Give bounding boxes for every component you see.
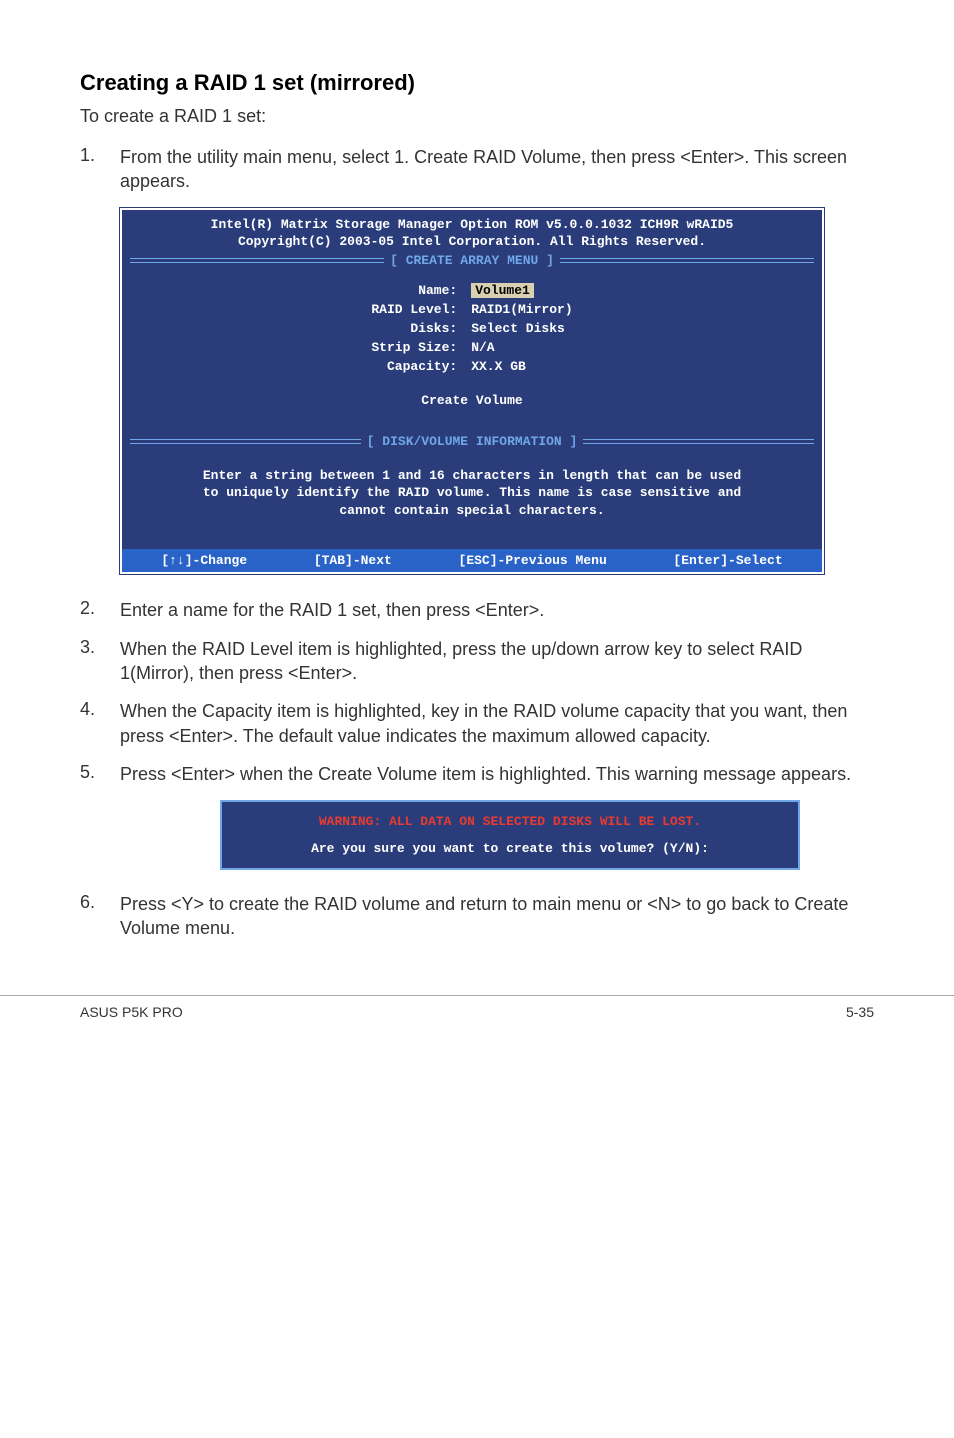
bios-footer-bar: [↑↓]-Change [TAB]-Next [ESC]-Previous Me…: [122, 549, 822, 572]
rule-line: [560, 258, 814, 263]
name-input[interactable]: Volume1: [471, 283, 534, 298]
raid-level-value[interactable]: RAID1(Mirror): [465, 301, 578, 318]
step-2-text: Enter a name for the RAID 1 set, then pr…: [120, 598, 874, 622]
section-create-label: [ CREATE ARRAY MENU ]: [384, 253, 560, 268]
step-5-text: Press <Enter> when the Create Volume ite…: [120, 762, 874, 786]
foot-tab: [TAB]-Next: [314, 553, 392, 568]
warning-red-text: WARNING: ALL DATA ON SELECTED DISKS WILL…: [230, 810, 790, 841]
name-label: Name:: [365, 282, 463, 299]
step-number-2: 2.: [80, 598, 120, 622]
disks-label: Disks:: [365, 320, 463, 337]
rule-line: [130, 258, 384, 263]
step-number-1: 1.: [80, 145, 120, 194]
capacity-label: Capacity:: [365, 358, 463, 375]
bios-title-line2: Copyright(C) 2003-05 Intel Corporation. …: [130, 233, 814, 251]
step-6-text: Press <Y> to create the RAID volume and …: [120, 892, 874, 941]
raid-level-label: RAID Level:: [365, 301, 463, 318]
step-3-text: When the RAID Level item is highlighted,…: [120, 637, 874, 686]
step-number-5: 5.: [80, 762, 120, 786]
rule-line: [583, 439, 814, 444]
rule-line: [130, 439, 361, 444]
help-line1: Enter a string between 1 and 16 characte…: [140, 467, 804, 485]
foot-esc: [ESC]-Previous Menu: [459, 553, 607, 568]
intro-text: To create a RAID 1 set:: [80, 106, 874, 127]
bios-screenshot: Intel(R) Matrix Storage Manager Option R…: [120, 208, 824, 575]
footer-left: ASUS P5K PRO: [80, 1004, 183, 1020]
footer-right: 5-35: [846, 1004, 874, 1020]
strip-size-value: N/A: [465, 339, 578, 356]
capacity-value[interactable]: XX.X GB: [465, 358, 578, 375]
strip-size-label: Strip Size:: [365, 339, 463, 356]
bios-field-table: Name: Volume1 RAID Level: RAID1(Mirror) …: [363, 280, 580, 377]
bios-title-line1: Intel(R) Matrix Storage Manager Option R…: [130, 216, 814, 234]
foot-change: [↑↓]-Change: [161, 553, 247, 568]
disks-value[interactable]: Select Disks: [465, 320, 578, 337]
warning-dialog: WARNING: ALL DATA ON SELECTED DISKS WILL…: [220, 800, 800, 870]
help-line3: cannot contain special characters.: [140, 502, 804, 520]
step-number-4: 4.: [80, 699, 120, 748]
foot-enter: [Enter]-Select: [673, 553, 782, 568]
page-heading: Creating a RAID 1 set (mirrored): [80, 70, 874, 96]
warning-prompt[interactable]: Are you sure you want to create this vol…: [230, 841, 790, 860]
step-1-text: From the utility main menu, select 1. Cr…: [120, 145, 874, 194]
create-volume-item[interactable]: Create Volume: [132, 387, 812, 422]
step-number-3: 3.: [80, 637, 120, 686]
step-number-6: 6.: [80, 892, 120, 941]
step-4-text: When the Capacity item is highlighted, k…: [120, 699, 874, 748]
section-info-label: [ DISK/VOLUME INFORMATION ]: [361, 434, 584, 449]
help-line2: to uniquely identify the RAID volume. Th…: [140, 484, 804, 502]
